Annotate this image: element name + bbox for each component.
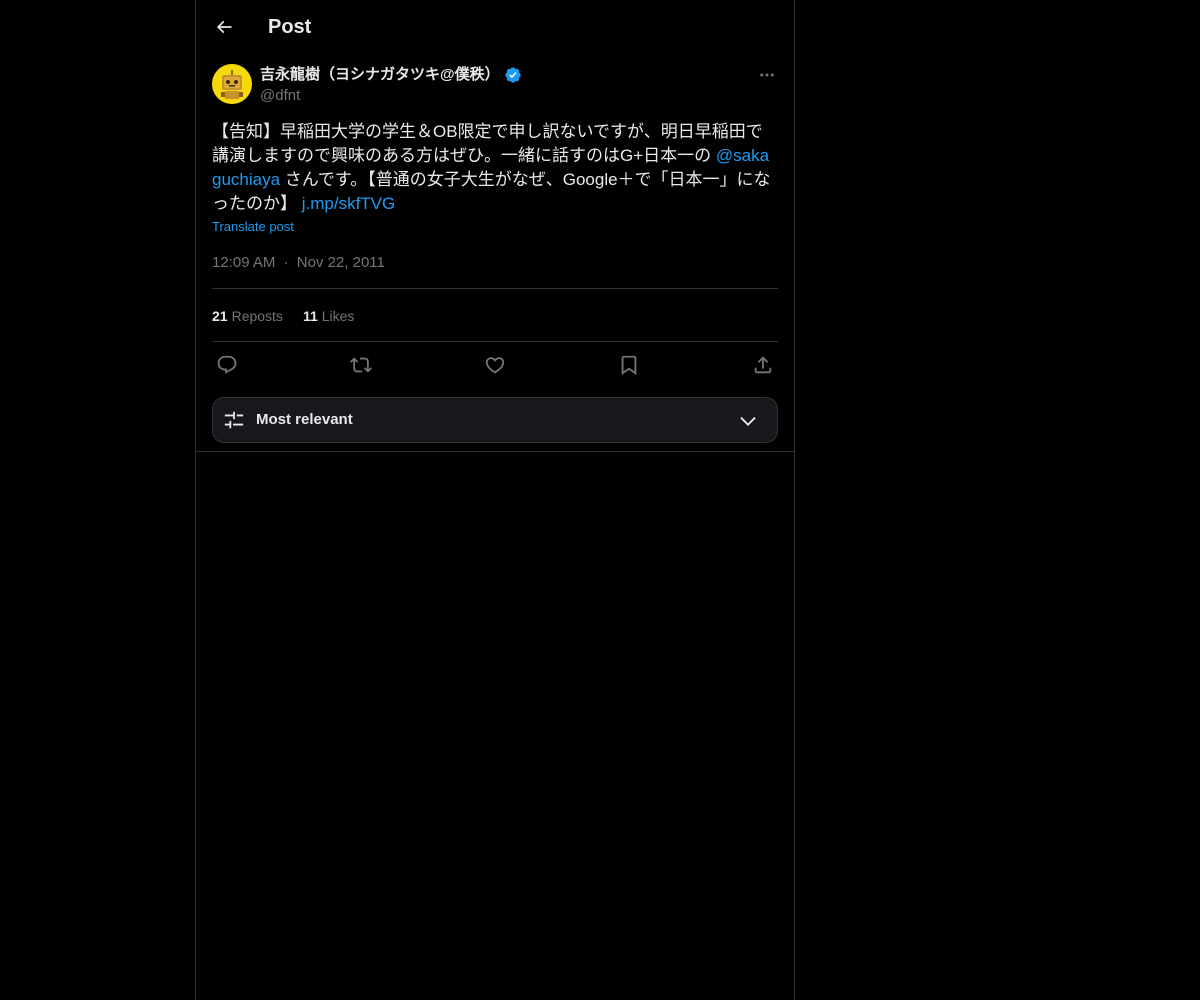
sliders-icon [224, 411, 244, 429]
sort-label: Most relevant [256, 411, 353, 428]
repost-icon [350, 357, 372, 373]
back-button[interactable] [206, 9, 242, 45]
chevron-down-icon [740, 416, 756, 426]
post-time[interactable]: 12:09 AM [212, 254, 275, 271]
reply-icon [217, 355, 237, 374]
author-name[interactable]: 吉永龍樹（ヨシナガタツキ@僕秩） [260, 65, 522, 85]
divider [212, 341, 778, 342]
like-icon [485, 357, 505, 374]
main-column: Post 吉永龍樹（ヨシナガタツキ@僕秩） @dfnt 【告知】早稲田大学の学生… [195, 0, 795, 1000]
post-text: 【告知】早稲田大学の学生＆OB限定で申し訳ないですが、明日早稲田で講演しますので… [212, 120, 778, 216]
translate-post-link[interactable]: Translate post [212, 219, 294, 234]
back-arrow-icon [216, 20, 232, 34]
more-button[interactable] [756, 64, 778, 86]
reply-button[interactable] [214, 352, 240, 378]
post-text-part1: 【告知】早稲田大学の学生＆OB限定で申し訳ないですが、明日早稲田で講演しますので… [212, 122, 763, 165]
like-button[interactable] [482, 352, 508, 378]
url-link[interactable]: j.mp/skfTVG [302, 194, 396, 213]
likes-stat[interactable]: 11 Likes [303, 306, 355, 326]
page-title: Post [268, 16, 312, 38]
reposts-label: Reposts [231, 308, 283, 324]
likes-label: Likes [321, 308, 355, 324]
reposts-stat[interactable]: 21 Reposts [212, 306, 283, 326]
post-date[interactable]: Nov 22, 2011 [297, 254, 385, 271]
bookmark-button[interactable] [616, 352, 642, 378]
divider [212, 288, 778, 289]
sort-replies-dropdown[interactable]: Most relevant [212, 397, 778, 443]
more-icon [760, 73, 774, 77]
header: Post [196, 0, 794, 54]
reposts-count: 21 [212, 308, 228, 324]
share-icon [754, 356, 772, 374]
meta-separator: · [283, 254, 289, 271]
likes-count: 11 [302, 308, 318, 324]
divider [196, 451, 794, 452]
post-stats: 21 Reposts 11 Likes [212, 306, 354, 326]
author-name-text: 吉永龍樹（ヨシナガタツキ@僕秩） [260, 66, 500, 83]
action-bar [212, 352, 778, 378]
avatar[interactable] [212, 64, 252, 104]
repost-button[interactable] [348, 352, 374, 378]
post-meta: 12:09 AM · Nov 22, 2011 [212, 253, 385, 273]
post-text-part2: さんです。【普通の女子大生がなぜ、Google＋で「日本一」になったのか】 [212, 170, 771, 213]
share-button[interactable] [750, 352, 776, 378]
verified-badge-icon [504, 67, 521, 83]
robot-avatar-image [212, 64, 252, 104]
author-handle[interactable]: @dfnt [260, 86, 300, 106]
bookmark-icon [621, 355, 637, 376]
